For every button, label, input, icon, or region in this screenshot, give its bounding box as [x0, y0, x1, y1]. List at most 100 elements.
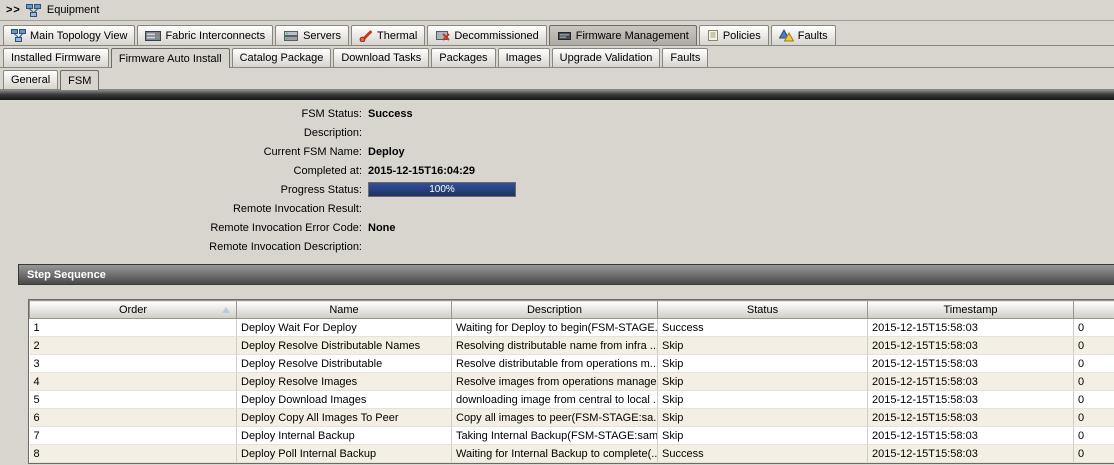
step-row[interactable]: 4 Deploy Resolve Images Resolve images fro…	[29, 372, 1114, 391]
cell-name: Deploy Download Images	[236, 390, 452, 409]
tab-servers[interactable]: Servers	[275, 25, 349, 45]
cell-status: Success	[657, 444, 868, 463]
cell-order: 2	[29, 336, 237, 355]
cell-timestamp: 2015-12-15T15:58:03	[867, 372, 1074, 391]
step-row[interactable]: 8 Deploy Poll Internal Backup Waiting for …	[29, 444, 1114, 463]
step-row[interactable]: 2 Deploy Resolve Distributable Names Resol…	[29, 336, 1114, 355]
faults-icon	[778, 29, 794, 42]
tab-faults[interactable]: Faults	[662, 48, 709, 67]
field-label: FSM Status:	[301, 107, 362, 120]
tab-catalog-package[interactable]: Catalog Package	[231, 48, 332, 67]
fabric-icon	[145, 30, 162, 42]
tab-label: Faults	[797, 29, 828, 42]
sub-tab-bar: Installed Firmware Firmware Auto Install C…	[0, 46, 1114, 68]
field-label: Description:	[303, 126, 362, 139]
fsm-field-current-fsm-name: Current FSM Name: Deploy	[0, 142, 1114, 161]
cell-description: Resolving distributable name from infra …	[451, 336, 658, 355]
step-sequence-header: Step Sequence	[18, 264, 1114, 285]
step-sequence-title: Step Sequence	[27, 268, 106, 281]
tab-main-topology-view[interactable]: Main Topology View	[3, 25, 136, 45]
fsm-field-fsm-status: FSM Status: Success	[0, 104, 1114, 123]
cell-name: Deploy Resolve Distributable	[236, 354, 452, 373]
tab-decommissioned[interactable]: Decommissioned	[427, 25, 547, 45]
tab-label: Firmware Auto Install	[118, 52, 222, 65]
cell-name: Deploy Internal Backup	[236, 426, 452, 445]
policies-icon	[707, 29, 719, 42]
fsm-field-completed-at: Completed at: 2015-12-15T16:04:29	[0, 161, 1114, 180]
step-row[interactable]: 3 Deploy Resolve Distributable Resolve dis…	[29, 354, 1114, 373]
tab-thermal[interactable]: Thermal	[351, 25, 426, 45]
cell-col-6: 0	[1073, 354, 1114, 373]
column-header-col-6[interactable]	[1073, 300, 1114, 319]
tab-label: Thermal	[377, 29, 418, 42]
tab-general[interactable]: General	[3, 70, 59, 89]
cell-name: Deploy Resolve Images	[236, 372, 452, 391]
column-header-status[interactable]: Status	[657, 300, 868, 319]
field-label: Remote Invocation Description:	[209, 240, 362, 253]
column-header-label: Order	[118, 303, 148, 316]
breadcrumb-chevrons: >>	[6, 4, 21, 16]
tab-images[interactable]: Images	[497, 48, 550, 67]
column-header-name[interactable]: Name	[236, 300, 452, 319]
field-value: Success	[368, 107, 413, 120]
cell-timestamp: 2015-12-15T15:58:03	[867, 390, 1074, 409]
breadcrumb-label[interactable]: Equipment	[46, 4, 100, 16]
cell-status: Skip	[657, 390, 868, 409]
tab-fsm[interactable]: FSM	[60, 70, 100, 90]
tab-label: FSM	[68, 74, 92, 87]
cell-name: Deploy Poll Internal Backup	[236, 444, 452, 463]
tab-firmware-auto-install[interactable]: Firmware Auto Install	[110, 48, 230, 68]
cell-order: 5	[29, 390, 237, 409]
field-label: Current FSM Name:	[263, 145, 362, 158]
tab-label: Fabric Interconnects	[165, 29, 266, 42]
step-row[interactable]: 7 Deploy Internal Backup Taking Internal B…	[29, 426, 1114, 445]
tab-firmware-management[interactable]: Firmware Management	[548, 25, 697, 45]
fsm-field-remote-invocation-description: Remote Invocation Description:	[0, 237, 1114, 256]
tab-packages[interactable]: Packages	[431, 48, 496, 67]
tab-label: Policies	[722, 29, 761, 42]
tab-label: Decommissioned	[454, 29, 539, 42]
column-header-order[interactable]: Order	[29, 300, 237, 319]
tab-upgrade-validation[interactable]: Upgrade Validation	[551, 48, 661, 67]
column-header-label: Status	[746, 303, 779, 316]
field-label: Remote Invocation Error Code:	[210, 221, 362, 234]
breadcrumb: >> Equipment	[0, 0, 1114, 21]
tab-faults[interactable]: Faults	[770, 25, 836, 45]
tab-fabric-interconnects[interactable]: Fabric Interconnects	[137, 25, 274, 45]
equipment-icon	[25, 3, 41, 17]
tab-label: Images	[505, 52, 542, 64]
cell-timestamp: 2015-12-15T15:58:03	[867, 354, 1074, 373]
sort-ascending-icon	[222, 307, 230, 313]
cell-col-6: 0	[1073, 336, 1114, 355]
servers-icon	[283, 30, 299, 42]
tab-label: Catalog Package	[239, 52, 324, 64]
cell-description: Waiting for Internal Backup to complete(…	[451, 444, 658, 463]
step-row[interactable]: 1 Deploy Wait For Deploy Waiting for Deplo…	[29, 318, 1114, 337]
tab-label: Main Topology View	[30, 29, 128, 42]
topology-icon	[11, 29, 26, 42]
cell-order: 8	[29, 444, 237, 463]
tab-label: Packages	[439, 52, 488, 64]
step-row[interactable]: 5 Deploy Download Images downloading image…	[29, 390, 1114, 409]
column-header-description[interactable]: Description	[451, 300, 658, 319]
field-label: Completed at:	[293, 164, 362, 177]
tab-label: Firmware Management	[575, 29, 689, 42]
column-header-label: Timestamp	[943, 303, 998, 316]
column-header-timestamp[interactable]: Timestamp	[867, 300, 1074, 319]
section-divider	[0, 90, 1114, 100]
tab-installed-firmware[interactable]: Installed Firmware	[3, 48, 109, 67]
fsm-panel: FSM Status: Success Description: Current FS…	[0, 100, 1114, 262]
tab-download-tasks[interactable]: Download Tasks	[333, 48, 430, 67]
cell-col-6: 0	[1073, 318, 1114, 337]
field-label: Progress Status:	[280, 183, 362, 196]
table-header-row: Order Name Description Status Timestamp	[29, 300, 1114, 319]
cell-order: 1	[29, 318, 237, 337]
tab-policies[interactable]: Policies	[698, 25, 769, 45]
column-header-label: Name	[329, 303, 359, 316]
step-row[interactable]: 6 Deploy Copy All Images To Peer Copy all …	[29, 408, 1114, 427]
cell-description: Waiting for Deploy to begin(FSM-STAGE...	[451, 318, 658, 337]
cell-col-6: 0	[1073, 426, 1114, 445]
cell-col-6: 0	[1073, 390, 1114, 409]
cell-description: Resolve images from operations manage...	[451, 372, 658, 391]
tab-label: Servers	[303, 29, 341, 42]
